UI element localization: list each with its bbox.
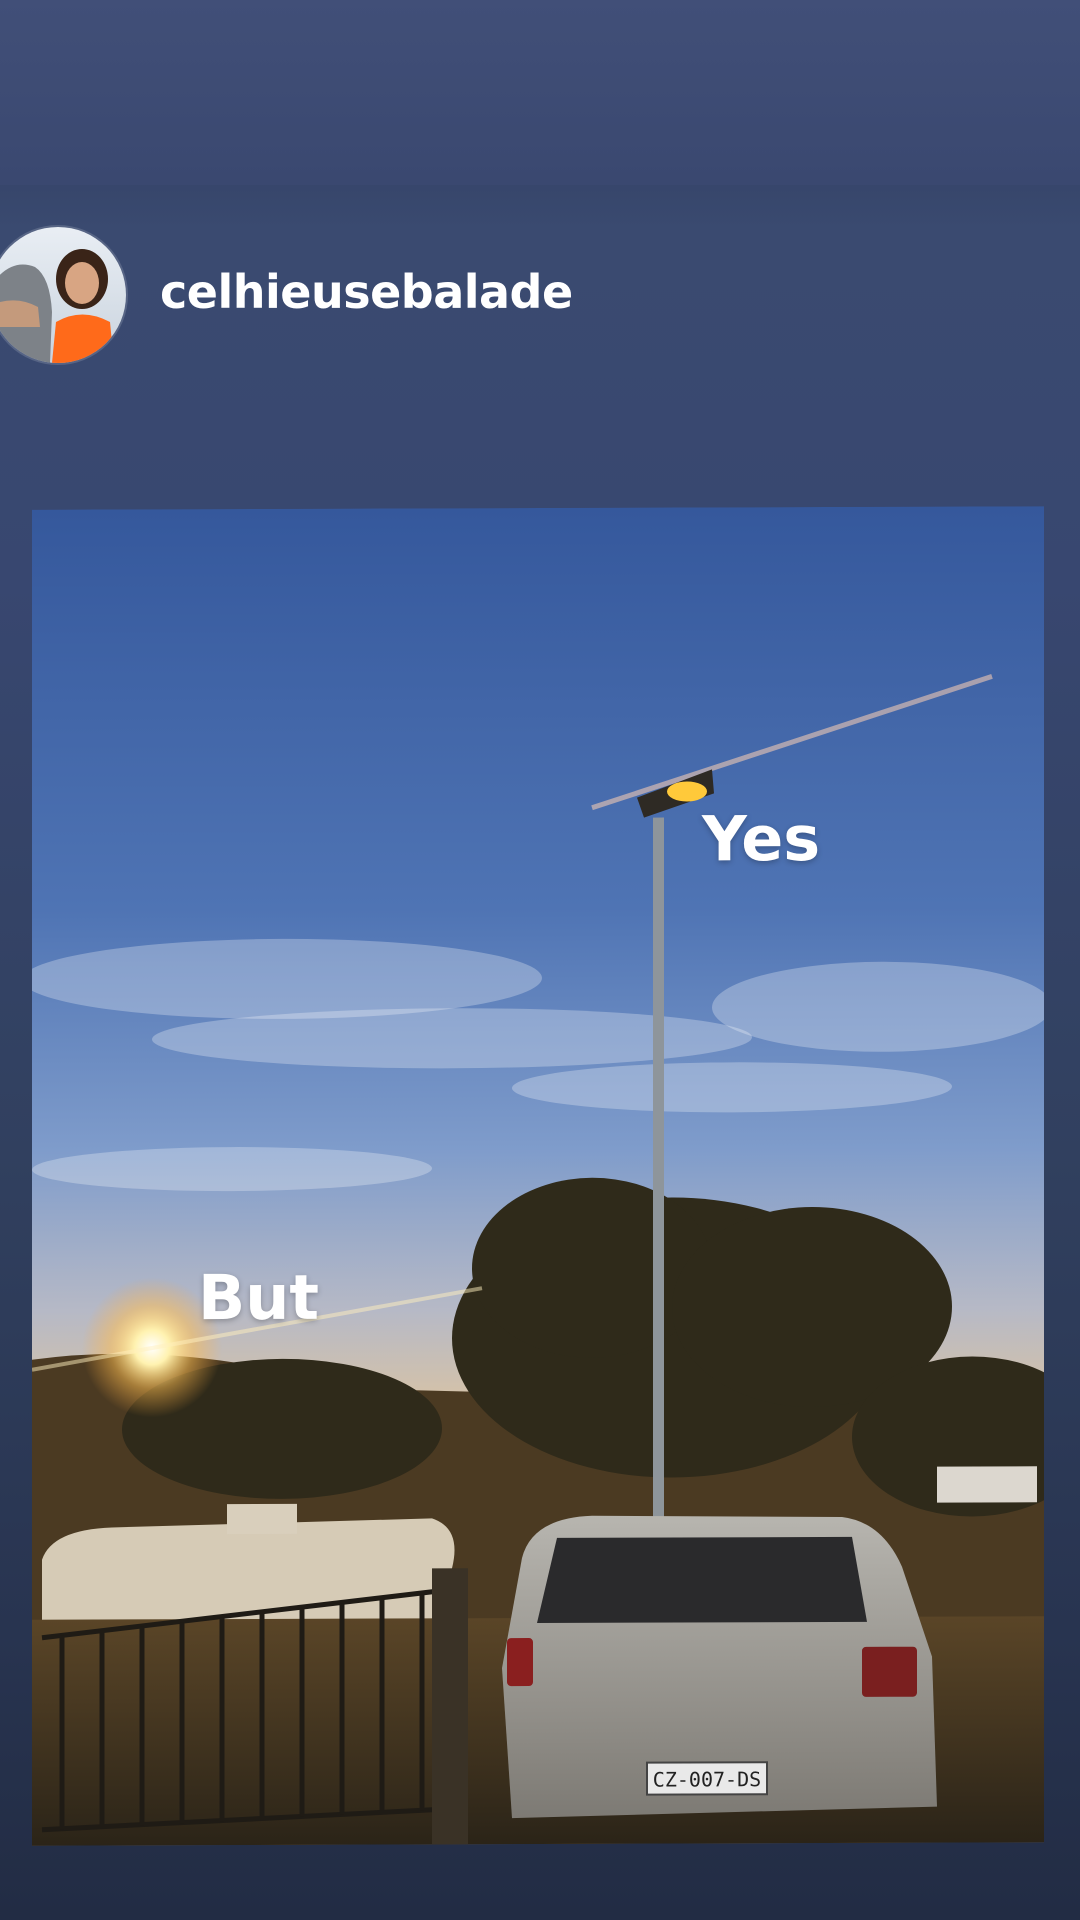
story-photo: CZ-007-DS Yes But [32,506,1044,1846]
text-sticker-yes[interactable]: Yes [702,802,820,875]
story-header: celhieusebalade [0,225,1080,375]
license-plate: CZ-007-DS [653,1767,761,1791]
top-band [0,0,1080,185]
profile-avatar-icon[interactable] [0,225,128,365]
username[interactable]: celhieusebalade [160,265,573,319]
text-sticker-but[interactable]: But [198,1261,319,1334]
